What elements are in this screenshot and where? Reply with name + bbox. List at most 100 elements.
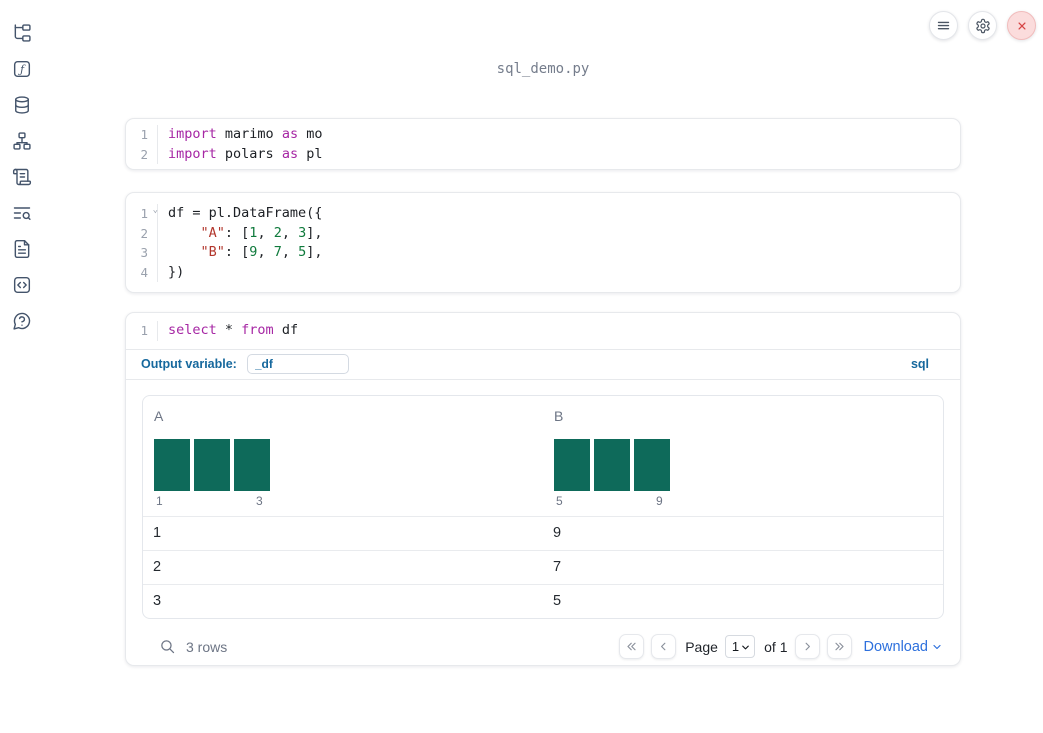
chevron-down-icon	[742, 645, 749, 649]
download-label: Download	[863, 638, 929, 655]
file-text-icon	[14, 239, 30, 259]
table-cell[interactable]: 9	[543, 517, 943, 550]
code-line[interactable]: 1 select * from df	[126, 321, 960, 341]
page-select-value: 1	[731, 639, 740, 654]
page-label: Page	[685, 638, 718, 655]
svg-text:ƒ: ƒ	[18, 63, 26, 76]
column-header-A[interactable]: A13	[143, 396, 543, 516]
search-button[interactable]	[159, 638, 176, 655]
table-row[interactable]: 27	[143, 549, 943, 584]
table-footer: 3 rows Page 1 of 1 Download	[142, 628, 944, 666]
sidebar-item-datasources[interactable]	[9, 92, 35, 118]
histogram-bar[interactable]	[634, 438, 670, 491]
search-icon	[161, 640, 175, 654]
sidebar-item-help[interactable]	[9, 308, 35, 334]
code-text: select * from df	[168, 322, 299, 338]
line-number: 1 ⌄	[126, 204, 158, 224]
page-of-label: of 1	[764, 638, 788, 655]
table-cell[interactable]: 3	[143, 585, 543, 618]
fold-chevron-icon[interactable]: ⌄	[153, 201, 158, 221]
notebook-filename: sql_demo.py	[496, 61, 590, 77]
table-header-row: A13B59	[143, 396, 943, 516]
dataframe-table: A13B59 192735	[142, 394, 944, 619]
last-page-button[interactable]	[826, 634, 852, 659]
notebook: sql_demo.py 1 import marimo as mo 2 import …	[125, 0, 961, 713]
code-text: "A": [1, 2, 3],	[200, 224, 323, 241]
pagination: Page 1 of 1 Download	[619, 634, 943, 659]
histogram-axis: 13	[154, 494, 533, 510]
table-body: 192735	[143, 515, 943, 618]
prev-page-button[interactable]	[651, 634, 677, 659]
column-header-B[interactable]: B59	[543, 396, 943, 516]
sql-editor[interactable]: 1 select * from df	[126, 313, 960, 350]
code-line[interactable]: 2 "A": [1, 2, 3],	[126, 223, 960, 243]
sidebar-item-snippets[interactable]	[9, 272, 35, 298]
code-line[interactable]: 3 "B": [9, 7, 5],	[126, 243, 960, 263]
code-line[interactable]: 1 import marimo as mo	[126, 125, 960, 145]
cell-output: A13B59 192735 3 rows Page 1 of 1 Downloa…	[126, 380, 960, 666]
code-cell-imports[interactable]: 1 import marimo as mo 2 import polars as pl	[125, 118, 961, 170]
sidebar: ƒ	[0, 0, 44, 733]
chevron-right-icon	[805, 642, 810, 651]
help-circle-icon	[13, 312, 31, 330]
sidebar-item-documentation[interactable]	[9, 236, 35, 262]
code-line[interactable]: 4})	[126, 262, 960, 282]
chevron-left-icon	[661, 642, 666, 651]
file-tree-icon	[14, 24, 31, 42]
settings-button[interactable]	[968, 11, 997, 40]
sql-cell[interactable]: 1 select * from df Output variable: sql A…	[125, 312, 961, 666]
sidebar-item-logs[interactable]	[9, 200, 35, 226]
table-row[interactable]: 19	[143, 515, 943, 550]
code-square-icon	[13, 276, 31, 294]
code-text: df = pl.DataFrame({	[168, 205, 323, 221]
code-editor[interactable]: 1 ⌄ df = pl.DataFrame({2 "A": [1, 2, 3], 3 …	[126, 193, 960, 292]
table-row[interactable]: 35	[143, 583, 943, 618]
first-page-button[interactable]	[619, 634, 645, 659]
histogram-bar[interactable]	[154, 438, 190, 491]
code-editor[interactable]: 1 import marimo as mo 2 import polars as pl	[126, 119, 960, 169]
code-text: import polars as pl	[168, 145, 323, 162]
code-text: })	[168, 263, 185, 280]
sidebar-item-scratchpad[interactable]	[9, 164, 35, 190]
code-cell-dataframe[interactable]: 1 ⌄ df = pl.DataFrame({2 "A": [1, 2, 3], 3 …	[125, 192, 961, 293]
close-icon	[1017, 21, 1026, 30]
chevrons-right-icon	[834, 642, 844, 651]
table-cell[interactable]: 7	[543, 551, 943, 584]
axis-min-label: 5	[556, 493, 563, 508]
sidebar-item-variables[interactable]: ƒ	[9, 56, 35, 82]
output-variable-input[interactable]	[246, 354, 349, 374]
page-select[interactable]: 1	[724, 635, 756, 658]
gear-icon	[975, 18, 990, 33]
chevron-down-icon	[933, 644, 941, 649]
code-line[interactable]: 2 import polars as pl	[126, 144, 960, 164]
line-number: 1	[126, 125, 158, 145]
code-line[interactable]: 1 ⌄ df = pl.DataFrame({	[126, 204, 960, 224]
histogram-bar[interactable]	[594, 438, 630, 491]
sidebar-item-file-explorer[interactable]	[9, 20, 35, 46]
table-cell[interactable]: 5	[543, 585, 943, 618]
scroll-text-icon	[12, 168, 32, 186]
next-page-button[interactable]	[794, 634, 820, 659]
close-button[interactable]	[1007, 11, 1036, 40]
sidebar-item-dependency-graph[interactable]	[9, 128, 35, 154]
code-text: "B": [9, 7, 5],	[200, 244, 323, 260]
line-number: 3	[126, 243, 158, 263]
histogram[interactable]	[554, 438, 933, 491]
histogram-bar[interactable]	[194, 438, 230, 491]
row-count: 3 rows	[186, 638, 228, 655]
histogram[interactable]	[154, 438, 533, 491]
output-variable-label: Output variable:	[141, 357, 237, 371]
language-badge[interactable]: sql	[911, 357, 929, 371]
download-button[interactable]: Download	[864, 639, 944, 655]
table-cell[interactable]: 2	[143, 551, 543, 584]
line-number: 2	[126, 144, 158, 164]
line-number: 2	[126, 223, 158, 243]
histogram-bar[interactable]	[554, 438, 590, 491]
histogram-axis: 59	[554, 494, 933, 510]
histogram-bar[interactable]	[234, 438, 270, 491]
column-label: B	[554, 407, 564, 424]
axis-max-label: 9	[656, 493, 663, 508]
line-number: 4	[126, 262, 158, 282]
network-icon	[13, 132, 31, 150]
table-cell[interactable]: 1	[143, 517, 543, 550]
